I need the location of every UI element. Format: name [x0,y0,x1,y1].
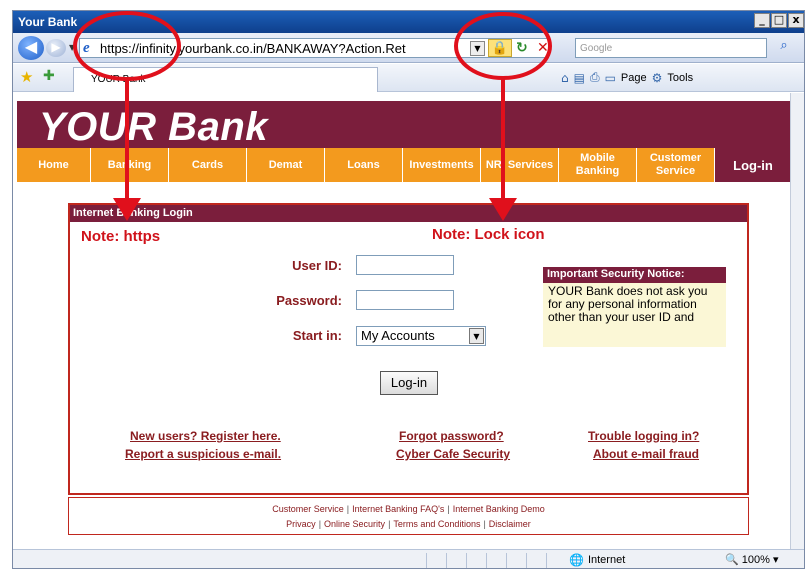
security-notice-text: YOUR Bank does not ask you for any perso… [548,284,708,324]
footer-link[interactable]: Internet Banking FAQ's [352,504,444,514]
login-panel-title: Internet Banking Login [70,205,747,222]
start-in-value: My Accounts [361,328,435,343]
zoom-level[interactable]: 🔍 100% ▾ [725,553,779,566]
menu-investments[interactable]: Investments [403,148,481,182]
refresh-icon[interactable]: ↻ [516,40,528,56]
user-id-label: User ID: [292,258,342,273]
start-in-label: Start in: [292,328,342,343]
security-notice-title: Important Security Notice: [543,267,726,283]
command-bar: ⌂ ▤ ⎙ ▭ Page ⚙ Tools [561,70,698,85]
address-url[interactable]: https://infinity.yourbank.co.in/BANKAWAY… [100,41,468,56]
status-panes [426,553,566,568]
maximize-button[interactable]: □ [771,13,787,28]
menu-home[interactable]: Home [17,148,91,182]
add-favorite-icon[interactable]: ✚ [43,68,55,84]
feeds-icon[interactable]: ▤ [574,71,585,85]
zone-label: Internet [587,554,626,566]
window-controls: _ □ x [753,13,804,28]
globe-icon: 🌐 [569,553,584,567]
bank-logo[interactable]: YOUR Bank [39,105,268,150]
gear-icon: ⚙ [651,70,663,85]
favorites-star-icon[interactable]: ★ [20,68,33,86]
forgot-password-link[interactable]: Forgot password? [399,429,504,443]
browser-window: Your Bank _ □ x ◀ ▶ ▼ e https://infinity… [12,10,805,569]
register-link[interactable]: New users? Register here. [130,429,281,443]
history-dropdown-icon[interactable]: ▼ [69,43,75,52]
status-bar: 🌐 Internet 🔍 100% ▾ [13,549,804,568]
page-menu[interactable]: Page [621,72,647,84]
trouble-login-link[interactable]: Trouble logging in? [588,429,699,443]
home-icon[interactable]: ⌂ [561,71,569,85]
page-content: YOUR Bank Home Banking Cards Demat Loans… [13,93,791,549]
footer-link[interactable]: Customer Service [272,504,344,514]
login-button[interactable]: Log-in [380,371,438,395]
vertical-scrollbar[interactable] [790,93,804,549]
site-footer: Customer Service | Internet Banking FAQ's |… [68,497,749,535]
address-bar[interactable]: e https://infinity.yourbank.co.in/BANKAW… [79,38,549,58]
security-notice: Important Security Notice: YOUR Bank doe… [543,267,726,347]
footer-link[interactable]: Online Security [324,519,385,529]
footer-link[interactable]: Privacy [286,519,316,529]
cyber-cafe-link[interactable]: Cyber Cafe Security [396,447,510,461]
forward-button[interactable]: ▶ [46,39,66,57]
back-button[interactable]: ◀ [18,36,44,60]
footer-row-2: Privacy | Online Security | Terms and Condit… [286,519,531,529]
menu-demat[interactable]: Demat [247,148,325,182]
menu-customer-service[interactable]: Customer Service [637,148,715,182]
menu-loans[interactable]: Loans [325,148,403,182]
ie-page-icon: e [83,40,90,56]
footer-link[interactable]: Terms and Conditions [393,519,480,529]
report-email-link[interactable]: Report a suspicious e-mail. [125,447,281,461]
stop-icon[interactable]: ✕ [537,40,549,56]
search-icon[interactable]: ⌕ [770,38,798,58]
security-zone[interactable]: 🌐 Internet [569,553,625,567]
favorites-bar: ★ ✚ YOUR Bank ⌂ ▤ ⎙ ▭ Page ⚙ Tools [13,64,804,92]
zoom-icon: 🔍 [725,554,739,566]
note-lock-icon: Note: Lock icon [432,226,545,243]
footer-link[interactable]: Disclaimer [489,519,531,529]
password-label: Password: [276,293,342,308]
page-icon: ▭ [604,70,616,85]
user-id-input[interactable] [356,255,454,275]
footer-row-1: Customer Service | Internet Banking FAQ's |… [272,504,545,514]
password-input[interactable] [356,290,454,310]
tools-menu[interactable]: Tools [667,72,693,84]
search-input[interactable]: Google [575,38,767,58]
note-https: Note: https [81,228,161,245]
lock-icon[interactable]: 🔒 [488,39,512,57]
navigation-bar: ◀ ▶ ▼ e https://infinity.yourbank.co.in/… [13,33,804,63]
zoom-value: 100% [741,554,770,566]
chevron-down-icon[interactable]: ▼ [469,328,484,344]
site-menu: Home Banking Cards Demat Loans Investmen… [17,148,791,182]
menu-banking[interactable]: Banking [91,148,169,182]
login-panel: Internet Banking Login Note: https Note:… [68,203,749,495]
minimize-button[interactable]: _ [754,13,770,28]
address-dropdown-icon[interactable]: ▼ [470,41,485,56]
print-icon[interactable]: ⎙ [590,70,600,85]
window-title: Your Bank [18,15,78,29]
close-button[interactable]: x [788,13,804,28]
title-bar: Your Bank _ □ x [13,11,804,33]
browser-tab[interactable]: YOUR Bank [73,67,378,92]
footer-link[interactable]: Internet Banking Demo [453,504,545,514]
menu-nri-services[interactable]: NRI Services [481,148,559,182]
zoom-dropdown-icon[interactable]: ▾ [773,554,779,566]
menu-mobile-banking[interactable]: Mobile Banking [559,148,637,182]
start-in-select[interactable]: My Accounts ▼ [356,326,486,346]
menu-login[interactable]: Log-in [715,148,791,182]
email-fraud-link[interactable]: About e-mail fraud [593,447,699,461]
menu-cards[interactable]: Cards [169,148,247,182]
